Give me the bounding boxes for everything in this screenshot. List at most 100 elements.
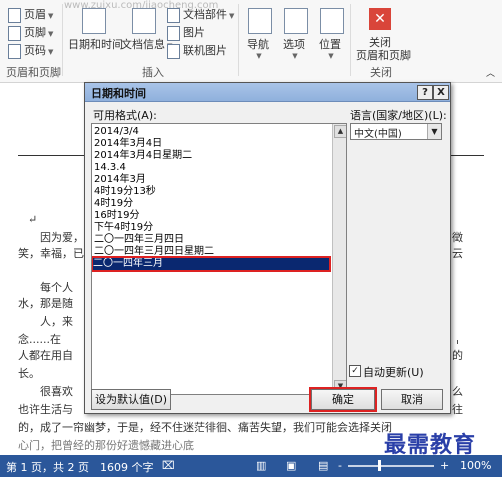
doc-line: 人，来	[40, 315, 73, 328]
format-option[interactable]: 16时19分	[94, 210, 328, 222]
scroll-up-icon[interactable]: ▲	[334, 125, 346, 138]
set-default-button[interactable]: 设为默认值(D)	[91, 389, 171, 410]
page-count[interactable]: 第 1 页，共 2 页	[6, 459, 89, 475]
doc-line: ↵	[28, 213, 38, 226]
format-option[interactable]: 二〇一四年三月四日	[94, 234, 328, 246]
doc-line: 云	[452, 247, 463, 260]
language-label: 语言(国家/地区)(L):	[350, 109, 447, 122]
doc-line: 心门，把曾经的那份好遗憾藏进心底	[18, 439, 194, 452]
auto-update-checkbox[interactable]: ✓	[349, 365, 361, 377]
doc-info-icon	[132, 8, 156, 34]
date-time-button[interactable]: 日期和时间	[68, 36, 123, 52]
formats-listbox[interactable]: 2014/3/4 2014年3月4日 2014年3月4日星期二 14.3.4 2014年…	[91, 123, 347, 395]
doc-info-label: 文档信息	[121, 38, 165, 51]
format-option[interactable]: 4时19分	[94, 198, 328, 210]
doc-line: 徵	[452, 231, 463, 244]
print-layout-icon[interactable]: ▣	[286, 459, 296, 472]
doc-line: 也许生活与	[18, 403, 73, 416]
dialog-title: 日期和时间	[91, 87, 146, 100]
page-number-icon	[8, 43, 21, 59]
dialog-title-bar: 日期和时间 ? X	[85, 83, 450, 102]
options-label: 选项	[283, 38, 305, 51]
close-button[interactable]: X	[433, 85, 449, 100]
navigate-label: 导航	[247, 38, 269, 51]
doc-line: 长。	[18, 367, 40, 380]
zoom-out-button[interactable]: -	[338, 459, 342, 472]
collapse-ribbon-icon[interactable]: ︿	[486, 66, 495, 79]
header-icon	[8, 7, 21, 23]
ribbon: www.zuixu.com/jiaocheng.com 页眉 ▼ 页脚 ▼ 页码 ▼ …	[0, 0, 502, 83]
format-option[interactable]: 14.3.4	[94, 162, 328, 174]
doc-line: 人都在用自	[18, 349, 73, 362]
group-header-footer: 页眉和页脚	[6, 66, 61, 79]
options-button[interactable]: 选项 ▼	[283, 36, 305, 60]
zoom-level[interactable]: 100%	[460, 459, 491, 472]
zoom-in-button[interactable]: +	[440, 459, 449, 472]
zoom-slider[interactable]	[348, 465, 434, 467]
chevron-down-icon[interactable]: ▼	[427, 124, 441, 139]
doc-info-button[interactable]: 文档信息▼	[121, 36, 172, 52]
online-picture-icon	[167, 43, 180, 59]
page-number-label: 页码	[24, 44, 46, 57]
navigate-button[interactable]: 导航 ▼	[247, 36, 269, 60]
close-header-footer-label2: 页眉和页脚	[356, 49, 411, 62]
formats-scrollbar[interactable]: ▲ ▼	[332, 124, 346, 394]
format-option[interactable]: 二〇一四年三月	[92, 256, 331, 272]
cancel-button[interactable]: 取消	[381, 389, 443, 410]
doc-line: 笑，幸福，已	[18, 247, 84, 260]
header-button[interactable]: 页眉 ▼	[8, 6, 53, 23]
proofing-icon[interactable]: ⌧	[162, 459, 175, 472]
footer-label: 页脚	[24, 26, 46, 39]
format-option[interactable]: 2014年3月4日星期二	[94, 150, 328, 162]
word-count[interactable]: 1609 个字	[100, 459, 154, 475]
ribbon-divider	[238, 4, 239, 76]
doc-parts-label: 文档部件	[183, 8, 227, 21]
format-option[interactable]: 4时19分13秒	[94, 186, 328, 198]
help-button[interactable]: ?	[417, 85, 433, 100]
position-label: 位置	[319, 38, 341, 51]
doc-line: 水，那是随	[18, 297, 73, 310]
group-insert: 插入	[142, 66, 164, 79]
picture-label: 图片	[183, 26, 205, 39]
group-close: 关闭	[370, 66, 392, 79]
footer-icon	[8, 25, 21, 41]
doc-line: 很喜欢	[40, 385, 73, 398]
ok-button[interactable]: 确定	[309, 387, 377, 412]
zoom-slider-handle[interactable]	[378, 460, 381, 471]
position-icon	[320, 8, 344, 34]
picture-button[interactable]: 图片	[167, 24, 205, 41]
format-option[interactable]: 下午4时19分	[94, 222, 328, 234]
doc-line: 念......在	[18, 333, 61, 346]
date-time-icon	[82, 8, 106, 34]
format-option[interactable]: 2014年3月4日	[94, 138, 328, 150]
footer-button[interactable]: 页脚 ▼	[8, 24, 53, 41]
status-bar: 第 1 页，共 2 页 1609 个字 ⌧ ▥ ▣ ▤ - + 100%	[0, 455, 502, 477]
position-button[interactable]: 位置 ▼	[319, 36, 341, 60]
navigate-icon	[248, 8, 272, 34]
formats-label: 可用格式(A):	[93, 109, 157, 122]
auto-update-label: 自动更新(U)	[363, 366, 424, 379]
format-option[interactable]: 2014年3月	[94, 174, 328, 186]
format-option[interactable]: 2014/3/4	[94, 126, 328, 138]
doc-parts-icon	[167, 7, 180, 23]
close-icon: ✕	[369, 8, 391, 30]
online-picture-button[interactable]: 联机图片	[167, 42, 227, 59]
language-value: 中文(中国)	[354, 129, 402, 140]
doc-line: 每个人	[40, 281, 73, 294]
doc-line: 的，成了一帘幽梦，于是，经不住迷茫徘徊、痛苦失望，我们可能会选择关闭	[18, 421, 392, 434]
options-icon	[284, 8, 308, 34]
format-option[interactable]: 二〇一四年三月四日星期二	[94, 246, 328, 258]
doc-line: 往	[452, 403, 463, 416]
web-layout-icon[interactable]: ▤	[318, 459, 328, 472]
page-number-button[interactable]: 页码 ▼	[8, 42, 53, 59]
date-time-dialog: 日期和时间 ? X 可用格式(A): 语言(国家/地区)(L): 2014/3/…	[84, 82, 451, 414]
doc-line: 因为爱，	[40, 231, 84, 244]
ribbon-divider	[62, 4, 63, 76]
doc-parts-button[interactable]: 文档部件 ▼	[167, 6, 234, 23]
header-label: 页眉	[24, 8, 46, 21]
ribbon-divider	[350, 4, 351, 76]
doc-line: 么	[452, 385, 463, 398]
doc-line: 的	[452, 349, 463, 362]
language-select[interactable]: 中文(中国) ▼	[350, 123, 442, 140]
read-mode-icon[interactable]: ▥	[256, 459, 266, 472]
